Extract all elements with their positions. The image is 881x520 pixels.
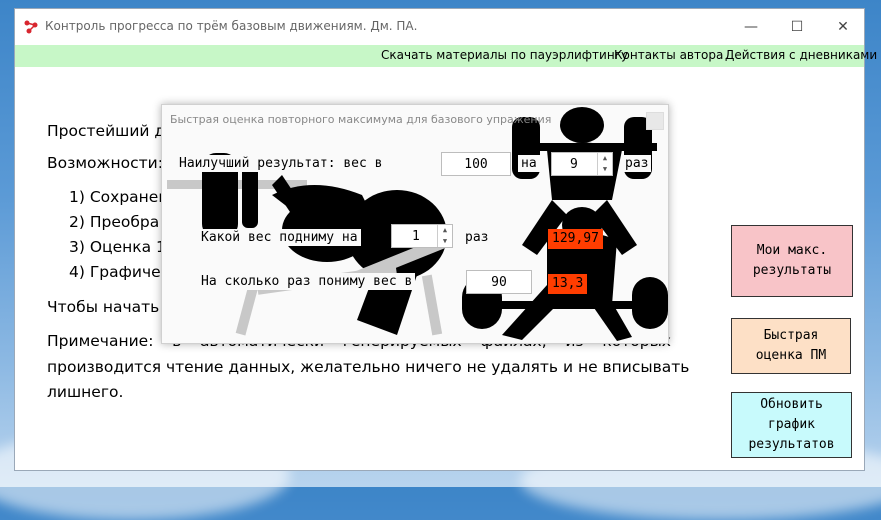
menu-download-materials[interactable]: Скачать материалы по пауэрлифтингу — [381, 48, 628, 62]
minimize-button[interactable]: — — [728, 9, 774, 45]
lift-weight-result: 129,97 — [548, 229, 603, 249]
update-chart-button[interactable]: Обновить график результатов — [731, 392, 852, 458]
list-item: 2) Преобра — [69, 213, 160, 231]
capabilities-heading: Возможности: — [47, 154, 163, 172]
maximize-button[interactable]: ☐ — [774, 9, 820, 45]
reps-weight-input[interactable]: 90 — [466, 270, 532, 294]
quick-rm-button[interactable]: Быстрая оценка ПМ — [731, 318, 851, 374]
best-reps-stepper[interactable]: 9 ▲ ▼ — [551, 152, 613, 176]
spinner-arrows[interactable]: ▲ ▼ — [437, 225, 452, 247]
window-title: Контроль прогресса по трём базовым движе… — [45, 19, 418, 33]
menu-author-contacts[interactable]: Контакты автора — [614, 48, 723, 62]
chevron-up-icon[interactable]: ▲ — [598, 153, 612, 164]
list-item: 3) Оценка 1 — [69, 238, 166, 256]
lift-times-label: раз — [462, 229, 492, 246]
on-label: на — [518, 155, 540, 172]
chevron-down-icon[interactable]: ▼ — [438, 236, 452, 247]
maximize-icon: ☐ — [790, 19, 804, 35]
close-button[interactable]: ✕ — [820, 9, 866, 45]
reps-weight-value: 90 — [491, 274, 507, 290]
note-word: Примечание: — [47, 332, 154, 350]
menu-bar: Скачать материалы по пауэрлифтингу Конта… — [15, 45, 877, 67]
my-max-results-button[interactable]: Мои макс. результаты — [731, 225, 853, 297]
best-reps-value: 9 — [570, 156, 578, 172]
dialog-title: Быстрая оценка повторного максимума для … — [170, 113, 552, 126]
chevron-up-icon[interactable]: ▲ — [438, 225, 452, 236]
note-line-2: производится чтение данных, желательно н… — [47, 358, 690, 376]
list-item: 4) Графичес — [69, 263, 170, 281]
quick-rm-dialog: Быстрая оценка повторного максимума для … — [161, 104, 669, 344]
note-line-3: лишнего. — [47, 383, 124, 401]
minimize-icon: — — [744, 19, 758, 35]
intro-text: Простейший ди — [47, 122, 176, 140]
title-bar: Контроль прогресса по трём базовым движе… — [15, 9, 864, 45]
start-text: Чтобы начать р — [47, 298, 175, 316]
best-weight-value: 100 — [464, 156, 488, 172]
lift-reps-stepper[interactable]: 1 ▲ ▼ — [391, 224, 453, 248]
best-result-label: Наилучший результат: вес в — [176, 155, 386, 172]
lift-weight-label: Какой вес подниму на — [198, 229, 361, 246]
list-item: 1) Сохранен — [69, 188, 169, 206]
chevron-down-icon[interactable]: ▼ — [598, 164, 612, 175]
spinner-arrows[interactable]: ▲ ▼ — [597, 153, 612, 175]
reps-result: 13,3 — [548, 274, 588, 294]
lift-reps-value: 1 — [412, 228, 420, 244]
times-label: раз — [622, 155, 652, 172]
app-icon — [24, 20, 38, 34]
best-weight-input[interactable]: 100 — [441, 152, 511, 176]
reps-count-label: На сколько раз пониму вес в — [198, 273, 416, 290]
dialog-close-button[interactable] — [646, 112, 664, 130]
menu-diary-actions[interactable]: Действия с дневниками — [725, 48, 877, 62]
close-icon: ✕ — [837, 19, 849, 35]
